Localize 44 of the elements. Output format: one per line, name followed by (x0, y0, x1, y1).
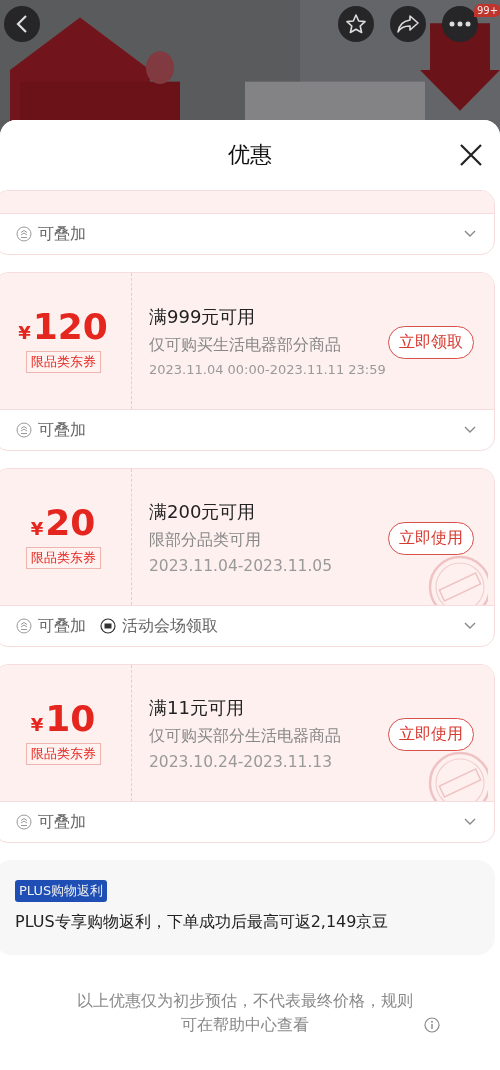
close-button[interactable] (459, 143, 483, 167)
coupon-action-button[interactable]: 立即领取 (388, 326, 474, 359)
coupon-type-tag: 限品类东券 (25, 351, 101, 373)
plus-rebate-text: PLUS专享购物返利，下单成功后最高可返2,149京豆 (15, 912, 389, 933)
close-icon (459, 143, 483, 167)
info-icon[interactable] (424, 1017, 440, 1034)
disclaimer-text: 以上优惠仅为初步预估，不代表最终价格，规则可在帮助中心查看 (76, 991, 414, 1036)
share-icon (396, 14, 420, 34)
coupon-tag: 可叠加 (38, 615, 86, 637)
chevron-down-icon[interactable] (464, 622, 476, 630)
back-icon (15, 14, 29, 34)
coupon-tag: 可叠加 (38, 223, 86, 245)
coupon-action-button[interactable]: 立即使用 (388, 522, 474, 555)
star-icon (345, 13, 367, 35)
coupon-threshold: 满999元可用 (149, 305, 256, 329)
notification-badge: 99+ (474, 4, 500, 17)
coupon-action-button[interactable]: 立即使用 (388, 718, 474, 751)
coupon-amount: ¥10 (30, 701, 96, 737)
coupon-validity: 2023.11.04 00:00-2023.11.11 23:59 (149, 362, 386, 377)
coupon-threshold: 满200元可用 (149, 499, 256, 524)
ticket-icon (100, 618, 116, 634)
stack-icon (16, 814, 32, 830)
stack-icon (16, 226, 32, 242)
coupon-type-tag: 限品类东券 (25, 547, 101, 569)
chevron-down-icon[interactable] (464, 818, 476, 826)
coupon-threshold: 满11元可用 (149, 695, 244, 720)
chevron-down-icon[interactable] (464, 426, 476, 434)
coupon-amount: ¥20 (30, 505, 96, 541)
coupon-scope: 仅可购买生活电器部分商品 (149, 335, 341, 356)
coupon-scope: 仅可购买部分生活电器商品 (149, 725, 341, 747)
coupon-validity: 2023.11.04-2023.11.05 (149, 556, 333, 575)
chevron-down-icon[interactable] (464, 230, 476, 238)
coupon-amount: ¥120 (18, 309, 108, 345)
stack-icon (16, 618, 32, 634)
more-icon (449, 21, 471, 27)
stack-icon (16, 422, 32, 438)
coupon-type-tag: 限品类东券 (25, 743, 101, 765)
sheet-title: 优惠 (228, 141, 272, 169)
coupon-tag: 可叠加 (38, 811, 86, 833)
coupon-tag: 可叠加 (38, 419, 86, 441)
coupon-tag: 活动会场领取 (122, 615, 218, 637)
coupon-validity: 2023.10.24-2023.11.13 (149, 752, 333, 771)
coupon-scope: 限部分品类可用 (149, 529, 261, 551)
plus-badge: PLUS购物返利 (15, 880, 108, 902)
